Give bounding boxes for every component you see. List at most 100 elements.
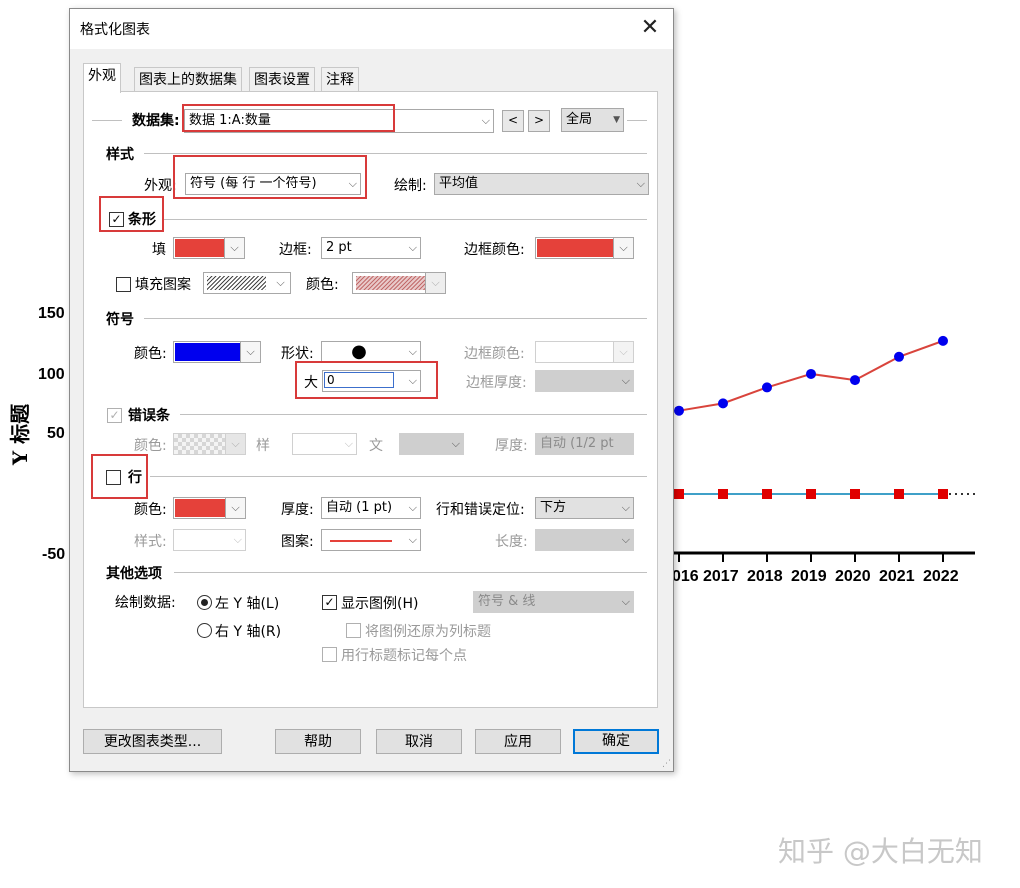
divider — [92, 120, 122, 121]
chevron-down-icon: ⌵ — [271, 273, 290, 293]
tab-appearance[interactable]: 外观 — [83, 63, 121, 93]
x-tick-label: 2022 — [923, 568, 959, 585]
radio-dot — [201, 599, 208, 606]
color-swatch — [175, 343, 240, 361]
chevron-down-icon: ⌵ — [451, 437, 460, 450]
chevron-down-icon: ⌵ — [408, 241, 417, 254]
square-marker — [938, 489, 948, 499]
change-chart-type-button[interactable]: 更改图表类型... — [83, 729, 222, 754]
row-thickness-select[interactable]: 自动 (1 pt) ⌵ — [321, 497, 421, 519]
close-icon[interactable]: ✕ — [637, 15, 663, 41]
shape-select[interactable]: ● ⌵ — [321, 341, 421, 363]
caret-down-icon: ▼ — [613, 115, 620, 125]
x-tick-label: 2021 — [879, 568, 915, 585]
color-swatch — [175, 499, 225, 517]
circle-marker — [762, 382, 772, 393]
chevron-down-icon: ⌵ — [621, 533, 630, 546]
x-tick-label: 2017 — [703, 568, 739, 585]
symbol-border-thickness-select[interactable]: ⌵ — [535, 370, 634, 392]
row-pattern-select[interactable]: ⌵ — [321, 529, 421, 551]
restore-legend-checkbox[interactable] — [346, 623, 361, 638]
chevron-down-icon: ⌵ — [621, 501, 630, 514]
fill-pattern-checkbox[interactable] — [116, 277, 131, 292]
right-y-axis-radio[interactable] — [197, 623, 212, 638]
right-y-axis-label: 右 Y 轴(R) — [215, 624, 282, 640]
error-color-picker[interactable]: ⌵ — [173, 433, 246, 455]
row-title-checkbox[interactable] — [322, 647, 337, 662]
tab-annotations[interactable]: 注释 — [321, 67, 359, 92]
tab-chart-settings[interactable]: 图表设置 — [249, 67, 315, 92]
highlight-box — [295, 361, 438, 399]
row-title-label: 用行标题标记每个点 — [341, 648, 467, 664]
fill-pattern-picker[interactable]: ⌵ — [203, 272, 291, 294]
error-text-select[interactable]: ⌵ — [399, 433, 464, 455]
row-position-label: 行和错误定位: — [436, 502, 525, 518]
color-swatch — [175, 239, 224, 257]
row-length-label: 长度: — [495, 534, 528, 550]
scope-select[interactable]: 全局 ▼ — [561, 108, 624, 132]
row-length-select[interactable]: ⌵ — [535, 529, 634, 551]
symbol-border-color-label: 边框颜色: — [464, 346, 525, 362]
symbol-section-title: 符号 — [106, 312, 134, 328]
square-marker — [674, 489, 684, 499]
fill-label: 填 — [152, 242, 166, 258]
plot-select[interactable]: 平均值 ⌵ — [434, 173, 649, 195]
resize-grip-icon[interactable]: ⋰ — [662, 759, 671, 769]
left-y-axis-label: 左 Y 轴(L) — [215, 596, 280, 612]
plot-value: 平均值 — [439, 176, 479, 191]
x-tick-label: 2020 — [835, 568, 871, 585]
divider — [150, 476, 647, 477]
error-bar-checkbox[interactable]: ✓ — [107, 408, 122, 423]
row-position-value: 下方 — [540, 500, 567, 515]
chevron-down-icon: ⌵ — [408, 533, 417, 546]
help-button[interactable]: 帮助 — [275, 729, 361, 754]
scope-value: 全局 — [566, 112, 593, 127]
fill-color-picker[interactable]: ⌵ — [173, 237, 245, 259]
symbol-border-thickness-label: 边框厚度: — [466, 375, 527, 391]
error-thickness-select[interactable]: 自动 (1/2 pt — [535, 433, 634, 455]
divider — [144, 318, 647, 319]
legend-mode-value: 符号 & 线 — [478, 594, 536, 609]
circle-marker — [806, 368, 816, 379]
chevron-down-icon: ⌵ — [224, 238, 244, 258]
show-legend-checkbox[interactable]: ✓ — [322, 595, 337, 610]
cancel-button[interactable]: 取消 — [376, 729, 462, 754]
symbol-border-color-picker[interactable]: ⌵ — [535, 341, 634, 363]
error-text-label: 文 — [369, 438, 383, 454]
border-label: 边框: — [279, 242, 312, 258]
chevron-down-icon: ⌵ — [408, 501, 417, 514]
y-tick-label: 100 — [38, 366, 65, 383]
chevron-down-icon: ⌵ — [408, 345, 417, 358]
row-color-label: 颜色: — [134, 502, 167, 518]
circle-marker — [894, 351, 904, 362]
row-thickness-value: 自动 (1 pt) — [326, 500, 393, 515]
divider — [144, 153, 647, 154]
border-color-picker[interactable]: ⌵ — [535, 237, 634, 259]
row-style-select[interactable]: ⌵ — [173, 529, 246, 551]
row-style-label: 样式: — [134, 534, 167, 550]
row-thickness-label: 厚度: — [281, 502, 314, 518]
dialog-titlebar: 格式化图表 ✕ — [70, 9, 673, 49]
error-thickness-label: 厚度: — [495, 438, 528, 454]
legend-mode-select[interactable]: 符号 & 线 ⌵ — [473, 591, 634, 613]
left-y-axis-radio[interactable] — [197, 595, 212, 610]
row-position-select[interactable]: 下方 ⌵ — [535, 497, 634, 519]
symbol-color-picker[interactable]: ⌵ — [173, 341, 261, 363]
next-dataset-button[interactable]: > — [528, 110, 550, 132]
pattern-color-picker[interactable]: ⌵ — [352, 272, 446, 294]
line-pattern-icon — [330, 540, 392, 542]
tab-datasets-on-chart[interactable]: 图表上的数据集 — [134, 67, 242, 92]
chevron-down-icon: ⌵ — [621, 595, 630, 608]
prev-dataset-button[interactable]: < — [502, 110, 524, 132]
error-style-select[interactable]: ⌵ — [292, 433, 357, 455]
square-marker — [718, 489, 728, 499]
chevron-down-icon: ⌵ — [425, 273, 445, 293]
border-width-select[interactable]: 2 pt ⌵ — [321, 237, 421, 259]
chevron-down-icon: ⌵ — [225, 498, 245, 518]
ok-button[interactable]: 确定 — [573, 729, 659, 754]
filled-circle-icon: ● — [351, 341, 367, 362]
apply-button[interactable]: 应用 — [475, 729, 561, 754]
color-swatch — [537, 239, 613, 257]
row-color-picker[interactable]: ⌵ — [173, 497, 246, 519]
circle-marker — [674, 405, 684, 416]
